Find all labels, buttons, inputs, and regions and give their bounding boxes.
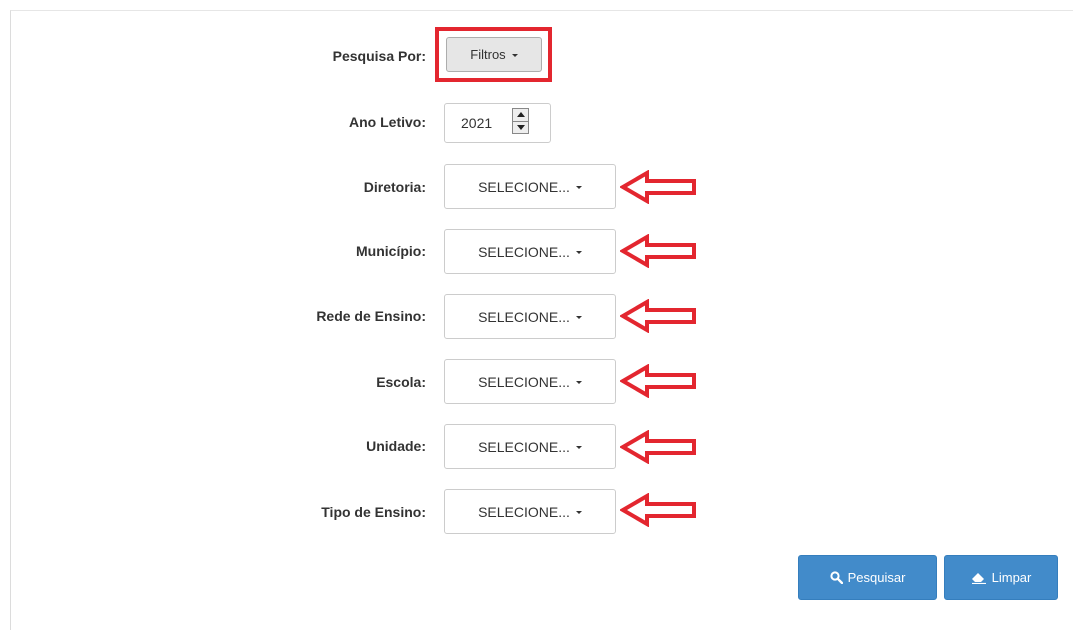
search-by-label: Pesquisa Por: [332,48,426,64]
year-value: 2021 [461,115,493,131]
unidade-label: Unidade: [366,438,426,454]
escola-label: Escola: [376,374,426,390]
tipo-ensino-select[interactable]: SELECIONE... [444,489,616,534]
clear-button-label: Limpar [991,570,1032,585]
year-input[interactable]: 2021 [444,103,551,143]
year-label: Ano Letivo: [349,114,426,130]
municipio-label: Município: [356,243,426,259]
rede-ensino-label: Rede de Ensino: [316,308,426,324]
search-button[interactable]: Pesquisar [798,555,937,600]
red-arrow-left-icon [620,170,696,204]
red-arrow-left-icon [620,234,696,268]
caret-down-icon [575,315,582,319]
rede-ensino-select[interactable]: SELECIONE... [444,294,616,339]
year-stepper[interactable] [512,108,529,134]
rede-ensino-select-value: SELECIONE... [478,308,570,325]
escola-select-value: SELECIONE... [478,373,570,390]
filters-dropdown-button[interactable]: Filtros [446,37,542,72]
caret-down-icon [575,380,582,384]
red-arrow-left-icon [620,364,696,398]
tipo-ensino-select-value: SELECIONE... [478,503,570,520]
filters-button-label: Filtros [470,47,506,62]
caret-down-icon [575,445,582,449]
unidade-select[interactable]: SELECIONE... [444,424,616,469]
red-arrow-left-icon [620,493,696,527]
increment-icon[interactable] [513,109,528,121]
municipio-select-value: SELECIONE... [478,243,570,260]
escola-select[interactable]: SELECIONE... [444,359,616,404]
caret-down-icon [511,53,518,57]
diretoria-select-value: SELECIONE... [478,178,570,195]
eraser-icon [971,573,986,584]
unidade-select-value: SELECIONE... [478,438,570,455]
caret-down-icon [575,250,582,254]
tipo-ensino-label: Tipo de Ensino: [321,504,426,520]
red-arrow-left-icon [620,430,696,464]
decrement-icon[interactable] [513,120,528,134]
caret-down-icon [575,185,582,189]
search-icon [829,571,843,584]
caret-down-icon [575,510,582,514]
diretoria-label: Diretoria: [363,179,426,195]
search-button-label: Pesquisar [847,570,906,585]
clear-button[interactable]: Limpar [944,555,1058,600]
red-arrow-left-icon [620,299,696,333]
municipio-select[interactable]: SELECIONE... [444,229,616,274]
diretoria-select[interactable]: SELECIONE... [444,164,616,209]
